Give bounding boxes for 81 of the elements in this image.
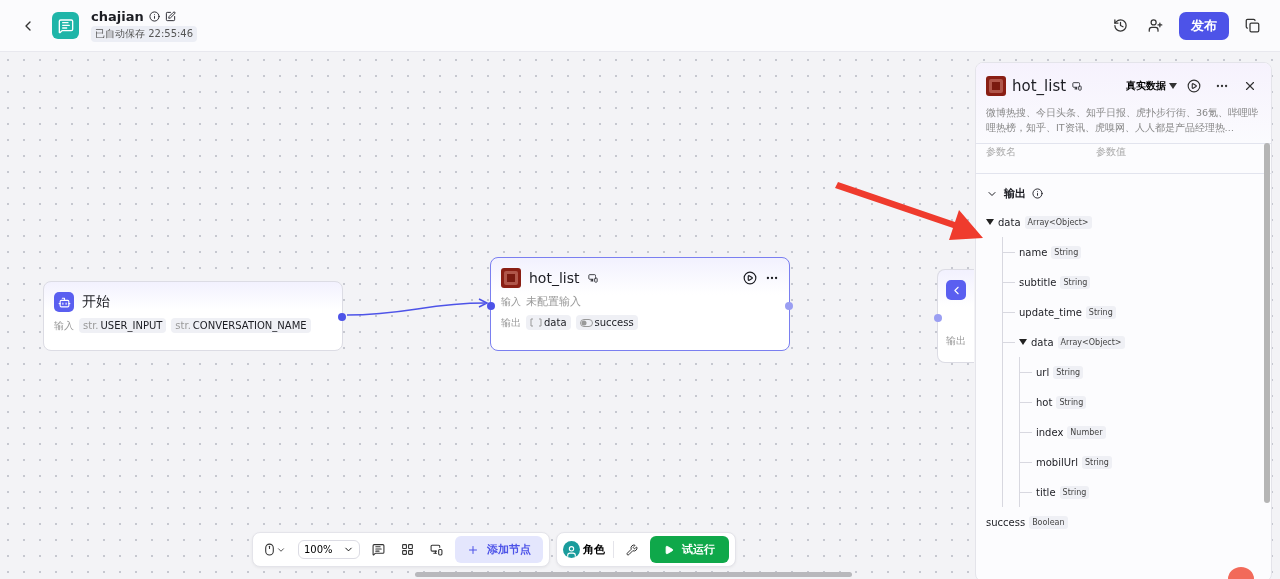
copy-icon: [1245, 18, 1260, 33]
play-icon: [1187, 79, 1201, 93]
node-title: hot_list: [529, 270, 580, 286]
column-header: 参数值: [1096, 146, 1126, 159]
array-icon: [530, 318, 542, 327]
autosave-status: 已自动保存 22:55:46: [91, 26, 198, 42]
plus-icon: [466, 543, 479, 556]
close-icon: [1243, 79, 1257, 93]
field-name: mobilUrl: [1036, 456, 1078, 468]
field-name: title: [1036, 486, 1056, 498]
field-name: data: [998, 216, 1021, 228]
horizontal-scrollbar[interactable]: [415, 572, 852, 577]
input-port[interactable]: [487, 302, 495, 310]
field-type: Array<Object>: [1057, 335, 1125, 349]
field-name: data: [1031, 336, 1054, 348]
app-logo-icon: [52, 12, 79, 39]
output-port[interactable]: [338, 313, 346, 321]
field-type: String: [1056, 395, 1087, 409]
output-label: 输出: [501, 315, 521, 330]
end-icon: [946, 280, 966, 300]
field-type: String: [1051, 245, 1082, 259]
node-title: 开始: [82, 293, 110, 311]
field-type: String: [1059, 485, 1090, 499]
output-variable: success: [575, 315, 638, 330]
field-type: Boolean: [1029, 515, 1068, 529]
expand-triangle-icon[interactable]: [1019, 339, 1027, 345]
plugin-logo-icon: [986, 76, 1006, 96]
field-name: index: [1036, 426, 1064, 438]
section-title: 输出: [1004, 186, 1026, 201]
field-name: name: [1019, 246, 1048, 258]
mouse-icon: [263, 543, 276, 556]
grid-icon: [400, 543, 414, 556]
avatar-icon: [562, 541, 580, 558]
panel-title: hot_list: [1012, 77, 1067, 95]
field-type: Array<Object>: [1024, 215, 1092, 229]
add-node-button[interactable]: 添加节点: [454, 536, 543, 563]
plugin-description: 微博热搜、今日头条、知乎日报、虎扑步行街、36氪、哔哩哔哩热榜，知乎、IT资讯、虎嗅网、人人都是产品经理热…: [986, 106, 1260, 135]
input-label: 输入: [501, 294, 521, 309]
input-placeholder: 未配置输入: [526, 294, 581, 309]
field-name: update_time: [1019, 306, 1082, 318]
store-icon: [587, 273, 598, 283]
edit-icon[interactable]: [164, 11, 176, 22]
start-icon: [54, 292, 74, 312]
comment-icon: [371, 543, 385, 556]
field-type: String: [1085, 305, 1116, 319]
field-type: Number: [1067, 425, 1106, 439]
role-button[interactable]: 角色: [562, 541, 614, 558]
expand-triangle-icon[interactable]: [986, 219, 994, 225]
field-type: String: [1053, 365, 1084, 379]
workflow-title: chajian: [91, 9, 144, 24]
field-name: subtitle: [1019, 276, 1057, 288]
field-name: hot: [1036, 396, 1053, 408]
zoom-select[interactable]: 100%: [298, 540, 360, 559]
output-variable: data: [526, 315, 571, 330]
play-icon[interactable]: [743, 271, 757, 285]
toggle-icon: [579, 318, 593, 327]
plugin-node[interactable]: hot_list 输入 未配置输入 输出 data success: [490, 257, 790, 351]
wrench-icon: [625, 543, 638, 556]
store-icon: [1072, 81, 1083, 91]
publish-button[interactable]: 发布: [1179, 11, 1229, 40]
input-port[interactable]: [934, 314, 942, 322]
info-icon[interactable]: [148, 11, 160, 22]
caret-icon: [1169, 83, 1177, 89]
add-user-icon: [1148, 18, 1163, 33]
info-icon[interactable]: [1032, 188, 1043, 199]
input-label: 输入: [54, 318, 74, 333]
field-name: url: [1036, 366, 1050, 378]
monitor-icon: [429, 543, 443, 556]
field-name: success: [986, 516, 1026, 528]
scrollbar-thumb[interactable]: [1264, 143, 1270, 503]
field-type: String: [1060, 275, 1091, 289]
play-icon: [663, 544, 674, 555]
plugin-logo-icon: [501, 268, 521, 288]
history-icon: [1113, 18, 1128, 33]
start-node[interactable]: 开始 输入 str. USER_INPUT str. CONVERSATION_NAME: [43, 281, 343, 351]
data-mode-dropdown[interactable]: 真实数据: [1126, 79, 1177, 93]
column-header: 参数名: [986, 146, 1016, 159]
field-type: String: [1082, 455, 1112, 469]
input-variable: str. CONVERSATION_NAME: [171, 318, 311, 333]
input-variable: str. USER_INPUT: [79, 318, 167, 333]
output-label: 输出: [946, 334, 966, 348]
